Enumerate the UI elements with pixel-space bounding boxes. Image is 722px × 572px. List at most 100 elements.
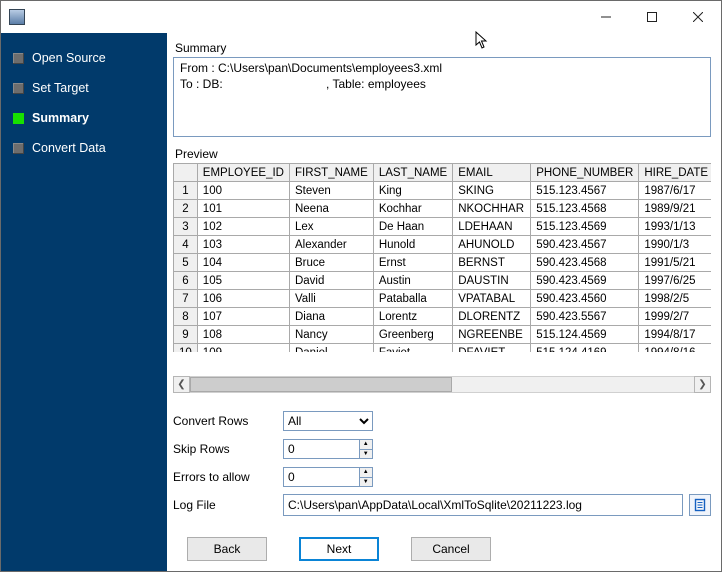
table-cell[interactable]: LDEHAAN bbox=[453, 218, 531, 236]
convert-rows-select[interactable]: All bbox=[283, 411, 373, 431]
table-cell[interactable]: 590.423.4560 bbox=[531, 290, 639, 308]
table-cell[interactable]: 105 bbox=[197, 272, 289, 290]
spin-down-icon[interactable]: ▼ bbox=[360, 478, 372, 487]
table-cell[interactable]: 100 bbox=[197, 182, 289, 200]
scroll-right-icon[interactable]: ❯ bbox=[694, 376, 711, 393]
column-header[interactable]: HIRE_DATE bbox=[639, 164, 711, 182]
table-row[interactable]: 9108NancyGreenbergNGREENBE515.124.456919… bbox=[174, 326, 712, 344]
table-cell[interactable]: 108 bbox=[197, 326, 289, 344]
table-cell[interactable]: SKING bbox=[453, 182, 531, 200]
table-row[interactable]: 2101NeenaKochharNKOCHHAR515.123.45681989… bbox=[174, 200, 712, 218]
table-cell[interactable]: AHUNOLD bbox=[453, 236, 531, 254]
back-button[interactable]: Back bbox=[187, 537, 267, 561]
table-cell[interactable]: Alexander bbox=[289, 236, 373, 254]
table-cell[interactable]: 590.423.4569 bbox=[531, 272, 639, 290]
table-row[interactable]: 6105DavidAustinDAUSTIN590.423.45691997/6… bbox=[174, 272, 712, 290]
row-number-cell[interactable]: 9 bbox=[174, 326, 198, 344]
table-cell[interactable]: Hunold bbox=[373, 236, 452, 254]
table-cell[interactable]: Bruce bbox=[289, 254, 373, 272]
table-cell[interactable]: 515.123.4568 bbox=[531, 200, 639, 218]
scroll-left-icon[interactable]: ❮ bbox=[173, 376, 190, 393]
table-cell[interactable]: 107 bbox=[197, 308, 289, 326]
maximize-button[interactable] bbox=[629, 2, 675, 32]
scroll-track[interactable] bbox=[190, 376, 694, 393]
skip-rows-input[interactable] bbox=[284, 440, 359, 458]
table-cell[interactable]: 101 bbox=[197, 200, 289, 218]
row-number-cell[interactable]: 8 bbox=[174, 308, 198, 326]
row-number-cell[interactable]: 5 bbox=[174, 254, 198, 272]
table-cell[interactable]: 515.124.4569 bbox=[531, 326, 639, 344]
row-number-cell[interactable]: 7 bbox=[174, 290, 198, 308]
table-cell[interactable]: 103 bbox=[197, 236, 289, 254]
table-row[interactable]: 4103AlexanderHunoldAHUNOLD590.423.456719… bbox=[174, 236, 712, 254]
table-cell[interactable]: NGREENBE bbox=[453, 326, 531, 344]
table-cell[interactable]: NKOCHHAR bbox=[453, 200, 531, 218]
scroll-thumb[interactable] bbox=[190, 377, 452, 392]
table-cell[interactable]: 1989/9/21 bbox=[639, 200, 711, 218]
close-button[interactable] bbox=[675, 2, 721, 32]
sidebar-item-open-source[interactable]: Open Source bbox=[1, 43, 167, 73]
table-row[interactable]: 7106ValliPataballaVPATABAL590.423.456019… bbox=[174, 290, 712, 308]
table-cell[interactable]: Valli bbox=[289, 290, 373, 308]
column-header[interactable]: LAST_NAME bbox=[373, 164, 452, 182]
table-cell[interactable]: 1999/2/7 bbox=[639, 308, 711, 326]
table-cell[interactable]: 109 bbox=[197, 344, 289, 353]
row-number-cell[interactable]: 2 bbox=[174, 200, 198, 218]
table-row[interactable]: 1100StevenKingSKING515.123.45671987/6/17… bbox=[174, 182, 712, 200]
table-cell[interactable]: BERNST bbox=[453, 254, 531, 272]
cancel-button[interactable]: Cancel bbox=[411, 537, 491, 561]
skip-rows-stepper[interactable]: ▲▼ bbox=[283, 439, 373, 459]
summary-textbox[interactable]: From : C:\Users\pan\Documents\employees3… bbox=[173, 57, 711, 137]
table-row[interactable]: 5104BruceErnstBERNST590.423.45681991/5/2… bbox=[174, 254, 712, 272]
table-row[interactable]: 3102LexDe HaanLDEHAAN515.123.45691993/1/… bbox=[174, 218, 712, 236]
table-cell[interactable]: VPATABAL bbox=[453, 290, 531, 308]
row-number-cell[interactable]: 3 bbox=[174, 218, 198, 236]
table-cell[interactable]: Lorentz bbox=[373, 308, 452, 326]
sidebar-item-summary[interactable]: Summary bbox=[1, 103, 167, 133]
spin-up-icon[interactable]: ▲ bbox=[360, 468, 372, 478]
table-cell[interactable]: Diana bbox=[289, 308, 373, 326]
preview-grid[interactable]: EMPLOYEE_IDFIRST_NAMELAST_NAMEEMAILPHONE… bbox=[173, 163, 711, 352]
sidebar-item-convert-data[interactable]: Convert Data bbox=[1, 133, 167, 163]
row-number-cell[interactable]: 6 bbox=[174, 272, 198, 290]
table-row[interactable]: 8107DianaLorentzDLORENTZ590.423.55671999… bbox=[174, 308, 712, 326]
table-cell[interactable]: 590.423.5567 bbox=[531, 308, 639, 326]
table-cell[interactable]: 1987/6/17 bbox=[639, 182, 711, 200]
table-cell[interactable]: Kochhar bbox=[373, 200, 452, 218]
table-cell[interactable]: 1997/6/25 bbox=[639, 272, 711, 290]
table-cell[interactable]: 515.123.4567 bbox=[531, 182, 639, 200]
table-cell[interactable]: DAUSTIN bbox=[453, 272, 531, 290]
next-button[interactable]: Next bbox=[299, 537, 379, 561]
table-cell[interactable]: Austin bbox=[373, 272, 452, 290]
column-header[interactable]: EMAIL bbox=[453, 164, 531, 182]
table-cell[interactable]: David bbox=[289, 272, 373, 290]
table-cell[interactable]: Lex bbox=[289, 218, 373, 236]
table-cell[interactable]: Daniel bbox=[289, 344, 373, 353]
table-cell[interactable]: 515.123.4569 bbox=[531, 218, 639, 236]
column-header[interactable]: FIRST_NAME bbox=[289, 164, 373, 182]
table-cell[interactable]: Greenberg bbox=[373, 326, 452, 344]
log-file-browse-button[interactable] bbox=[689, 494, 711, 516]
row-number-cell[interactable]: 4 bbox=[174, 236, 198, 254]
table-cell[interactable]: 515.124.4169 bbox=[531, 344, 639, 353]
table-cell[interactable]: DFAVIET bbox=[453, 344, 531, 353]
table-cell[interactable]: 590.423.4568 bbox=[531, 254, 639, 272]
table-cell[interactable]: 1993/1/13 bbox=[639, 218, 711, 236]
table-cell[interactable]: 1998/2/5 bbox=[639, 290, 711, 308]
errors-allow-stepper[interactable]: ▲▼ bbox=[283, 467, 373, 487]
table-cell[interactable]: King bbox=[373, 182, 452, 200]
minimize-button[interactable] bbox=[583, 2, 629, 32]
spin-down-icon[interactable]: ▼ bbox=[360, 450, 372, 459]
table-cell[interactable]: De Haan bbox=[373, 218, 452, 236]
row-number-header[interactable] bbox=[174, 164, 198, 182]
table-cell[interactable]: 106 bbox=[197, 290, 289, 308]
row-number-cell[interactable]: 10 bbox=[174, 344, 198, 353]
table-row[interactable]: 10109DanielFavietDFAVIET515.124.41691994… bbox=[174, 344, 712, 353]
table-cell[interactable]: Ernst bbox=[373, 254, 452, 272]
log-file-input[interactable] bbox=[283, 494, 683, 516]
table-cell[interactable]: Faviet bbox=[373, 344, 452, 353]
sidebar-item-set-target[interactable]: Set Target bbox=[1, 73, 167, 103]
spin-up-icon[interactable]: ▲ bbox=[360, 440, 372, 450]
column-header[interactable]: EMPLOYEE_ID bbox=[197, 164, 289, 182]
table-cell[interactable]: 102 bbox=[197, 218, 289, 236]
